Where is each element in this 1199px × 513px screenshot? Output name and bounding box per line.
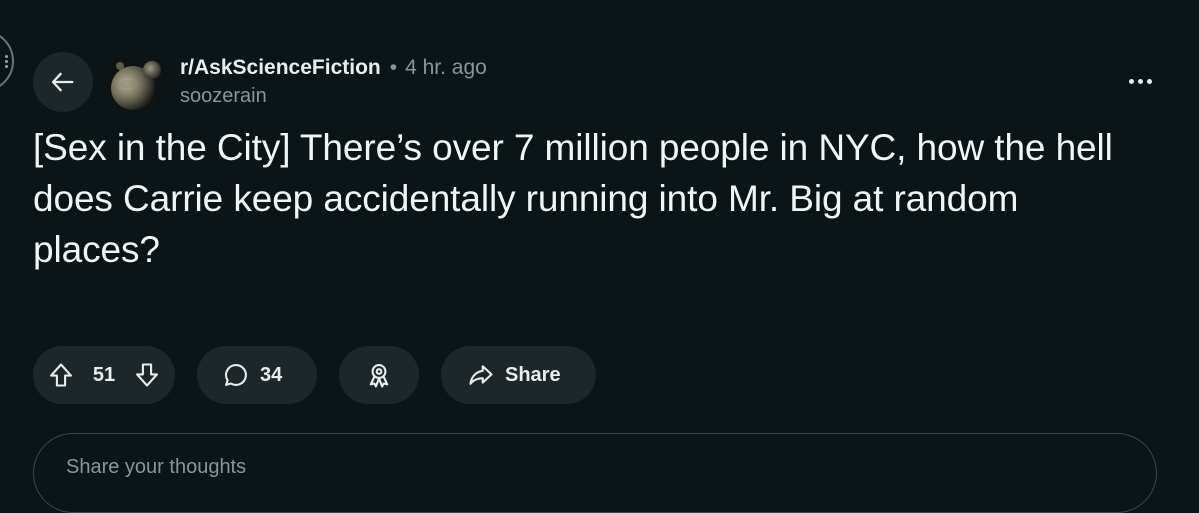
subreddit-link[interactable]: r/AskScienceFiction bbox=[180, 54, 381, 82]
upvote-button[interactable] bbox=[47, 361, 75, 389]
arrow-left-icon bbox=[49, 68, 77, 96]
back-button[interactable] bbox=[33, 52, 93, 112]
partial-menu-icon[interactable] bbox=[0, 30, 14, 92]
award-button[interactable] bbox=[339, 346, 419, 404]
overflow-menu-button[interactable] bbox=[1118, 66, 1162, 96]
downvote-button[interactable] bbox=[133, 361, 161, 389]
post-action-bar: 51 34 Share bbox=[33, 346, 596, 404]
comment-input[interactable]: Share your thoughts bbox=[33, 433, 1157, 513]
comments-button[interactable]: 34 bbox=[197, 346, 317, 404]
post-title: [Sex in the City] There’s over 7 million… bbox=[33, 127, 1113, 270]
share-arrow-icon bbox=[467, 361, 495, 389]
author-link[interactable]: soozerain bbox=[180, 82, 487, 110]
vote-count: 51 bbox=[92, 363, 116, 386]
vote-control: 51 bbox=[33, 346, 175, 404]
arrow-down-icon bbox=[133, 361, 161, 389]
planet-image-icon bbox=[106, 52, 166, 112]
comment-placeholder: Share your thoughts bbox=[66, 456, 247, 478]
share-button[interactable]: Share bbox=[441, 346, 596, 404]
post-time: 4 hr. ago bbox=[405, 56, 487, 79]
post-meta-line: r/AskScienceFiction • 4 hr. ago bbox=[180, 54, 487, 82]
share-label: Share bbox=[505, 363, 561, 386]
subreddit-avatar[interactable] bbox=[106, 52, 166, 112]
vertical-dots-icon bbox=[5, 54, 8, 68]
speech-bubble-icon bbox=[222, 361, 250, 389]
post-meta: r/AskScienceFiction • 4 hr. ago soozerai… bbox=[180, 54, 487, 110]
meta-separator: • bbox=[389, 56, 398, 79]
more-horizontal-icon bbox=[1128, 78, 1134, 84]
arrow-up-icon bbox=[47, 361, 75, 389]
comment-count: 34 bbox=[260, 363, 283, 386]
award-ribbon-icon bbox=[365, 361, 393, 389]
